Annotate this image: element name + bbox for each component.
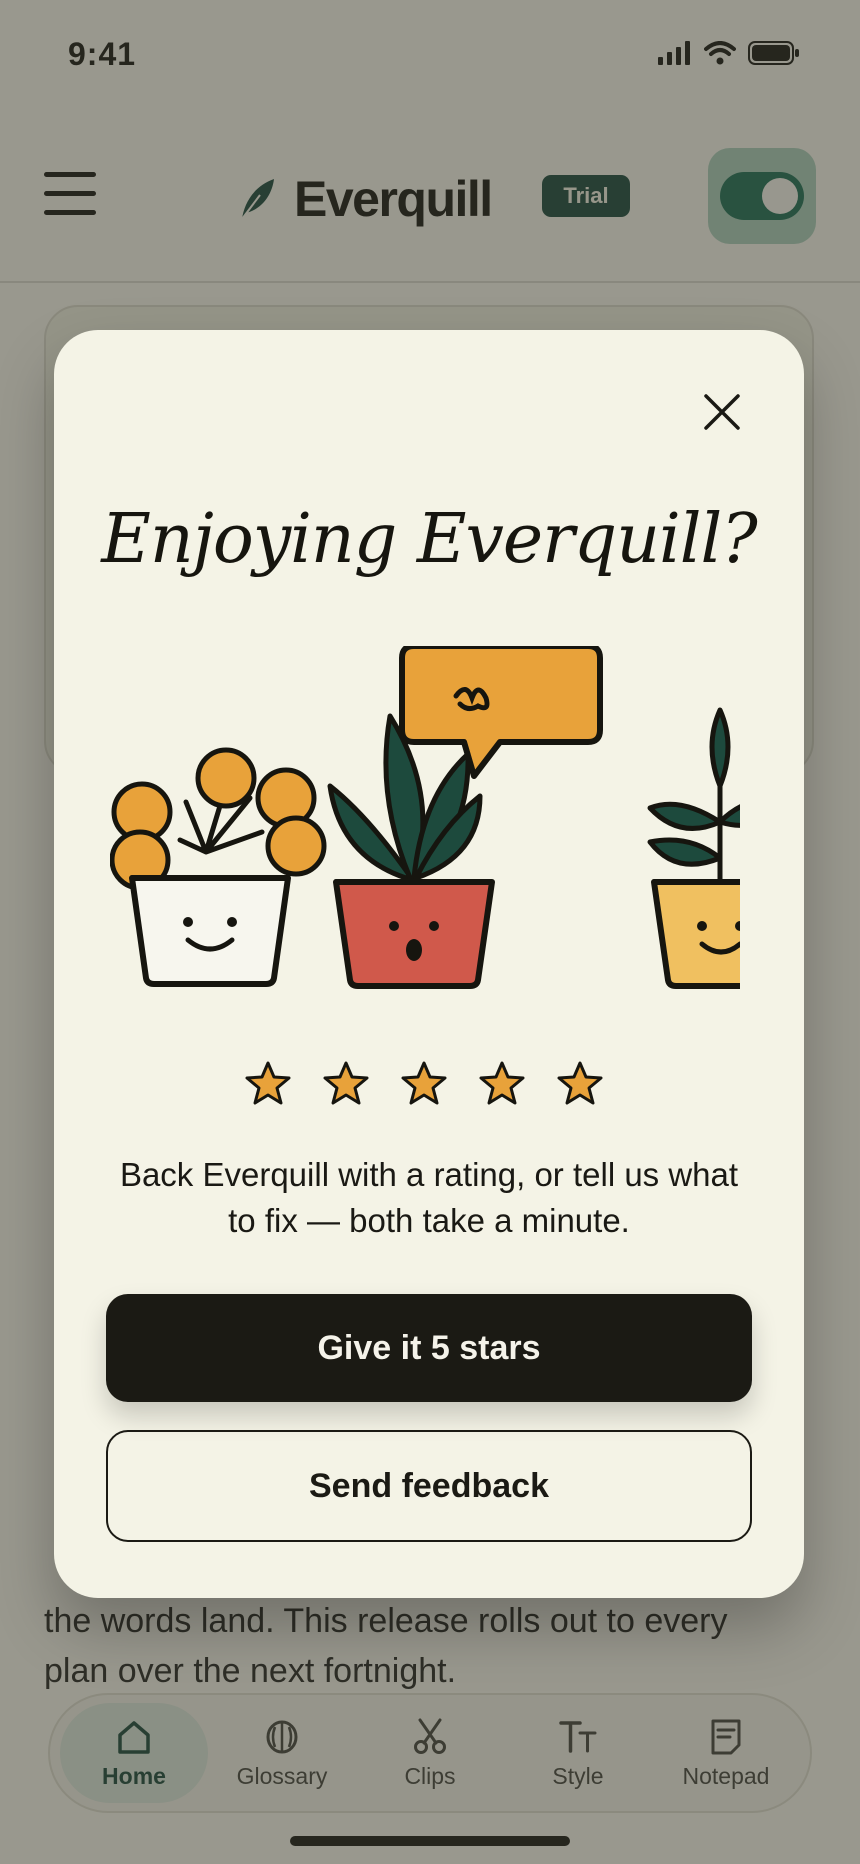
rating-modal: Enjoying Everquill? Back Everquill with … [54, 330, 804, 1598]
sprout-plant [647, 707, 740, 989]
leafy-plant [327, 713, 495, 989]
star-rating [244, 1060, 604, 1108]
star-icon[interactable] [478, 1060, 526, 1108]
close-button[interactable] [698, 388, 746, 436]
send-feedback-button[interactable]: Send feedback [106, 1430, 752, 1542]
yellow-flower-plant [110, 747, 327, 987]
speech-bubble-icon [399, 646, 603, 779]
modal-title: Enjoying Everquill? [101, 500, 757, 579]
rate-five-stars-button[interactable]: Give it 5 stars [106, 1294, 752, 1402]
star-icon[interactable] [322, 1060, 370, 1108]
star-icon[interactable] [400, 1060, 448, 1108]
plants-illustration [110, 646, 740, 989]
modal-body-text: Back Everquill with a rating, or tell us… [119, 1156, 739, 1239]
star-icon[interactable] [244, 1060, 292, 1108]
close-icon [704, 394, 740, 430]
star-icon[interactable] [556, 1060, 604, 1108]
